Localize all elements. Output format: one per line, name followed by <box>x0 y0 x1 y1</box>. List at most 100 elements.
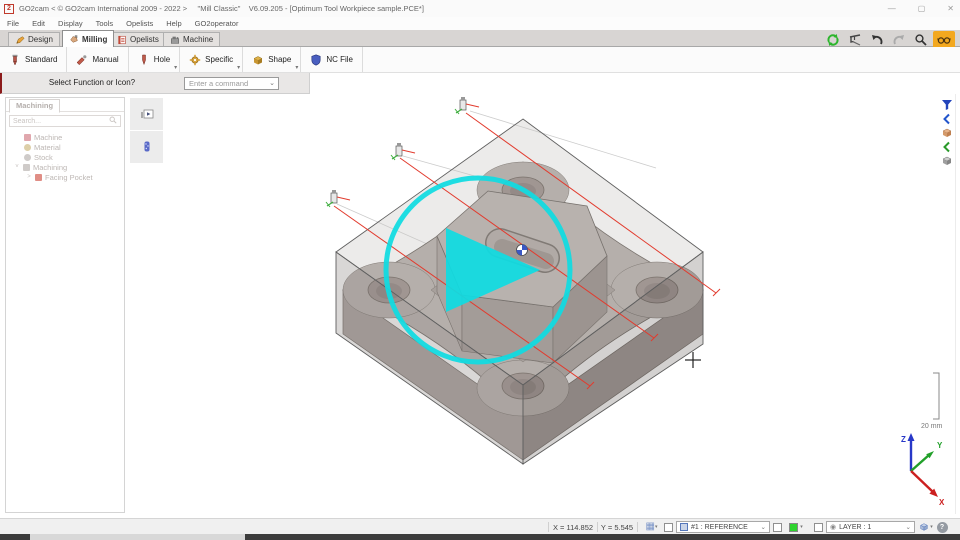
material-node-icon <box>24 144 31 151</box>
axis-y-label: Y <box>937 441 943 450</box>
video-progress-strip[interactable] <box>0 534 960 540</box>
milling-ribbon: Standard Manual Hole ▾ Specific ▾ Shape … <box>0 47 960 73</box>
nc-file-label: NC File <box>326 55 353 64</box>
scale-label: 20 mm <box>921 423 943 430</box>
tree-item-facing-pocket-label: Facing Pocket <box>45 173 93 182</box>
reference-value: #1 : REFERENCE <box>691 524 748 531</box>
simulation-button[interactable] <box>130 98 163 130</box>
command-strip: Select Function or Icon? Enter a command… <box>0 73 310 94</box>
search-placeholder: Search... <box>13 118 41 125</box>
tab-design[interactable]: Design <box>8 32 60 46</box>
filter-icon[interactable] <box>939 98 955 111</box>
collapse-chevron-icon[interactable]: ˅ <box>14 164 20 170</box>
specific-label: Specific <box>205 55 233 64</box>
hole-button[interactable]: Hole ▾ <box>129 47 180 72</box>
layer-value: LAYER : 1 <box>839 524 871 531</box>
manual-label: Manual <box>92 55 118 64</box>
menu-help[interactable]: Help <box>166 19 181 28</box>
standard-button[interactable]: Standard <box>0 47 67 72</box>
collapse-blue-icon[interactable] <box>939 112 955 125</box>
opelists-icon <box>117 35 127 45</box>
specific-button[interactable]: Specific ▾ <box>180 47 243 72</box>
facing-pocket-node-icon <box>35 174 42 181</box>
color-picker-button[interactable]: ▾ <box>785 521 807 533</box>
titlebar: 2 GO2cam < © GO2cam International 2009 -… <box>0 0 960 17</box>
3d-viewport[interactable]: 20 mm Z Y X Machining <box>0 94 960 518</box>
video-progress-segment <box>30 534 245 540</box>
menu-file[interactable]: File <box>7 19 19 28</box>
view-cube-button[interactable]: ▾ <box>918 521 934 533</box>
close-button[interactable]: ✕ <box>947 4 954 13</box>
shape-dropdown-arrow[interactable]: ▾ <box>295 64 298 71</box>
hole-dropdown-arrow[interactable]: ▾ <box>174 64 177 71</box>
tree-item-stock-label: Stock <box>34 153 53 162</box>
menu-opelists[interactable]: Opelists <box>126 19 153 28</box>
menu-go2operator[interactable]: GO2operator <box>195 19 239 28</box>
cursor-x-coordinate: X = 114.852 <box>551 523 595 532</box>
layer-combobox[interactable]: ◉ LAYER : 1 ⌄ <box>826 521 915 533</box>
nc-file-icon <box>310 54 322 66</box>
command-combobox-chevron-icon[interactable]: ⌄ <box>269 79 275 87</box>
specific-dropdown-arrow[interactable]: ▾ <box>237 64 240 71</box>
layer-checkbox[interactable] <box>814 523 823 532</box>
expand-chevron-icon[interactable]: ˃ <box>26 174 32 180</box>
menubar: File Edit Display Tools Opelists Help GO… <box>0 17 960 30</box>
manual-button[interactable]: Manual <box>67 47 128 72</box>
module-tabbar: Design Milling Opelists Machine <box>0 30 960 47</box>
hole-icon <box>138 54 150 66</box>
app-logo-icon: 2 <box>4 4 14 14</box>
manual-icon <box>76 54 88 66</box>
shape-icon <box>252 54 264 66</box>
standard-label: Standard <box>25 55 57 64</box>
machining-node-icon <box>23 164 30 171</box>
window-title: GO2cam < © GO2cam International 2009 - 2… <box>19 4 424 13</box>
machining-panel: Machining Search... Machine Material Sto… <box>5 97 125 513</box>
machining-panel-tab[interactable]: Machining <box>9 99 60 113</box>
stock-box-icon[interactable] <box>939 126 955 139</box>
status-divider <box>597 522 598 532</box>
menu-display[interactable]: Display <box>58 19 83 28</box>
tree-item-machining[interactable]: ˅ Machining <box>6 162 124 172</box>
scale-bar: 20 mm <box>921 373 943 430</box>
axis-z-label: Z <box>901 435 906 444</box>
shape-button[interactable]: Shape ▾ <box>243 47 301 72</box>
minimize-button[interactable]: — <box>888 4 896 13</box>
view-rail <box>937 98 957 167</box>
reference-checkbox[interactable] <box>664 523 673 532</box>
simulation-video-icon <box>140 107 154 121</box>
command-band: Select Function or Icon? Enter a command… <box>0 73 960 94</box>
maximize-button[interactable]: ▢ <box>918 4 926 13</box>
tab-milling[interactable]: Milling <box>62 30 114 47</box>
axis-triad: Z Y X <box>901 433 945 507</box>
status-divider <box>548 522 549 532</box>
tool-display-button[interactable] <box>130 131 163 163</box>
layer-chevron-icon[interactable]: ⌄ <box>906 523 911 531</box>
color-checkbox[interactable] <box>773 523 782 532</box>
tree-item-facing-pocket[interactable]: ˃ Facing Pocket <box>6 172 124 182</box>
menu-edit[interactable]: Edit <box>32 19 45 28</box>
part-box-icon[interactable] <box>939 154 955 167</box>
reference-combobox[interactable]: #1 : REFERENCE ⌄ <box>676 521 770 533</box>
grid-toggle-button[interactable]: ▦▾ <box>643 521 660 533</box>
menu-tools[interactable]: Tools <box>96 19 114 28</box>
nc-file-button[interactable]: NC File <box>301 47 363 72</box>
hole-label: Hole <box>154 55 170 64</box>
reference-chevron-icon[interactable]: ⌄ <box>761 523 766 531</box>
help-icon: ? <box>937 522 948 533</box>
tab-machine[interactable]: Machine <box>163 32 220 46</box>
command-combobox[interactable]: Enter a command ⌄ <box>184 77 279 90</box>
tree-item-machine[interactable]: Machine <box>6 132 124 142</box>
help-button[interactable]: ? <box>936 521 948 533</box>
tab-design-label: Design <box>28 35 53 44</box>
tree-item-machining-label: Machining <box>33 163 67 172</box>
tree-item-stock[interactable]: Stock <box>6 152 124 162</box>
tree-item-machine-label: Machine <box>34 133 62 142</box>
view-cube-icon <box>919 522 929 532</box>
collapse-green-icon[interactable] <box>939 140 955 153</box>
search-input[interactable]: Search... <box>9 115 121 127</box>
tree-item-material[interactable]: Material <box>6 142 124 152</box>
color-swatch <box>789 523 798 532</box>
tab-opelists[interactable]: Opelists <box>110 32 166 46</box>
tool-marker <box>391 143 415 160</box>
command-prompt: Select Function or Icon? <box>2 78 182 87</box>
